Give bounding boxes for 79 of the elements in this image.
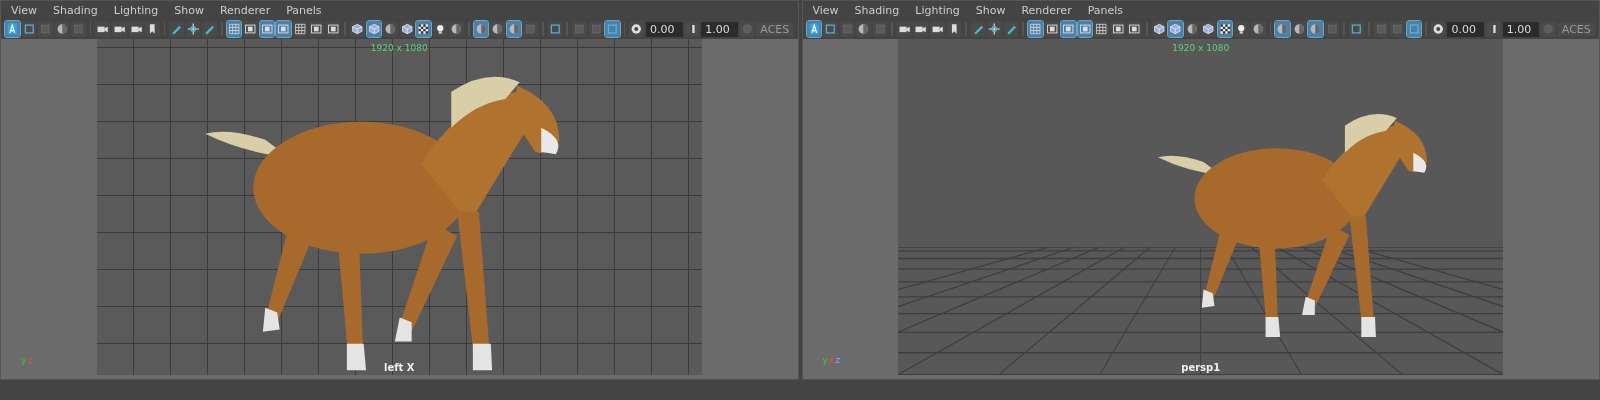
- axis-label: x: [828, 355, 835, 365]
- cube-icon[interactable]: [1168, 21, 1183, 37]
- grid-icon[interactable]: [1094, 21, 1109, 37]
- sphere-icon[interactable]: [1291, 21, 1307, 37]
- camera-name: left X: [383, 362, 415, 373]
- menu-item[interactable]: Renderer: [1021, 3, 1072, 17]
- sphere-icon[interactable]: [506, 21, 522, 37]
- pen-icon[interactable]: [169, 21, 184, 37]
- sphere-icon[interactable]: [1275, 21, 1290, 37]
- resolution-label: 1920 x 1080: [1172, 43, 1230, 53]
- grid-icon[interactable]: [292, 21, 308, 37]
- gate-icon[interactable]: [276, 21, 291, 37]
- pen-icon[interactable]: [1003, 21, 1019, 37]
- menu-item[interactable]: Lighting: [113, 3, 159, 17]
- bookmark-icon[interactable]: [145, 21, 160, 37]
- gate-icon[interactable]: [325, 21, 341, 37]
- axis-label: z: [835, 355, 840, 365]
- menu-item[interactable]: Panels: [286, 3, 322, 17]
- pen-icon[interactable]: [970, 21, 986, 37]
- sphere-icon[interactable]: [54, 21, 70, 37]
- cube-icon[interactable]: [366, 21, 382, 37]
- sphere-icon[interactable]: [1184, 21, 1200, 37]
- light-bulb-icon[interactable]: [1234, 21, 1249, 37]
- pen-icon[interactable]: [202, 21, 217, 37]
- gate-icon[interactable]: [1061, 21, 1076, 37]
- gate-icon[interactable]: [1110, 21, 1126, 37]
- sphere-icon[interactable]: [1250, 21, 1266, 37]
- menu-item[interactable]: Show: [975, 3, 1006, 17]
- sphere-icon[interactable]: [1308, 21, 1323, 37]
- exposure-icon[interactable]: [1430, 21, 1446, 37]
- menu-item[interactable]: View: [11, 3, 38, 17]
- cube-icon[interactable]: [1151, 21, 1167, 37]
- gamma-field[interactable]: 1.00: [1502, 21, 1540, 37]
- cube-icon[interactable]: [1201, 21, 1216, 37]
- move-icon[interactable]: [987, 21, 1002, 37]
- sphere-icon[interactable]: [383, 21, 398, 37]
- frame-icon[interactable]: [1349, 21, 1364, 37]
- sphere-icon[interactable]: [473, 21, 489, 37]
- sphere-icon[interactable]: [449, 21, 464, 37]
- gate-icon[interactable]: [1127, 21, 1142, 37]
- light-bulb-icon[interactable]: [432, 21, 448, 37]
- sphere-icon[interactable]: [490, 21, 505, 37]
- cube-icon[interactable]: [399, 21, 415, 37]
- gamma-field[interactable]: 1.00: [701, 21, 738, 37]
- camera-icon[interactable]: [930, 21, 945, 37]
- frame-icon[interactable]: [547, 21, 563, 37]
- gate-icon[interactable]: [243, 21, 258, 37]
- camera-icon[interactable]: [913, 21, 928, 37]
- checker-icon[interactable]: [1217, 21, 1233, 37]
- gate-icon[interactable]: [259, 21, 275, 37]
- menu-item[interactable]: Renderer: [219, 3, 271, 17]
- camera-icon[interactable]: [896, 21, 912, 37]
- axis-label: y: [822, 355, 828, 365]
- checker-icon[interactable]: [416, 21, 431, 37]
- axis-label: z: [27, 355, 33, 365]
- menu-item[interactable]: Panels: [1087, 3, 1124, 17]
- sphere-icon[interactable]: [856, 21, 871, 37]
- resolution-label: 1920 x 1080: [370, 43, 428, 53]
- menu-item[interactable]: View: [812, 3, 839, 17]
- camera-icon[interactable]: [112, 21, 127, 37]
- menu-item[interactable]: Shading: [53, 3, 98, 17]
- exposure-field[interactable]: 0.00: [1447, 21, 1485, 37]
- frame-icon[interactable]: [21, 21, 37, 37]
- camera-icon[interactable]: [128, 21, 144, 37]
- exposure-icon[interactable]: [629, 21, 644, 37]
- menu-item[interactable]: Lighting: [915, 3, 960, 17]
- gate-icon[interactable]: [1077, 21, 1093, 37]
- gate-icon[interactable]: [309, 21, 324, 37]
- bookmark-icon[interactable]: [946, 21, 962, 37]
- axis-label: y: [21, 355, 27, 365]
- menu-item[interactable]: Show: [174, 3, 204, 17]
- move-icon[interactable]: [185, 21, 201, 37]
- camera-icon[interactable]: [95, 21, 110, 37]
- frame-icon[interactable]: [823, 21, 838, 37]
- camera-name: persp1: [1181, 362, 1221, 373]
- exposure-field[interactable]: 0.00: [645, 21, 683, 37]
- gate-icon[interactable]: [1044, 21, 1060, 37]
- cube-icon[interactable]: [350, 21, 365, 37]
- menu-item[interactable]: Shading: [854, 3, 900, 17]
